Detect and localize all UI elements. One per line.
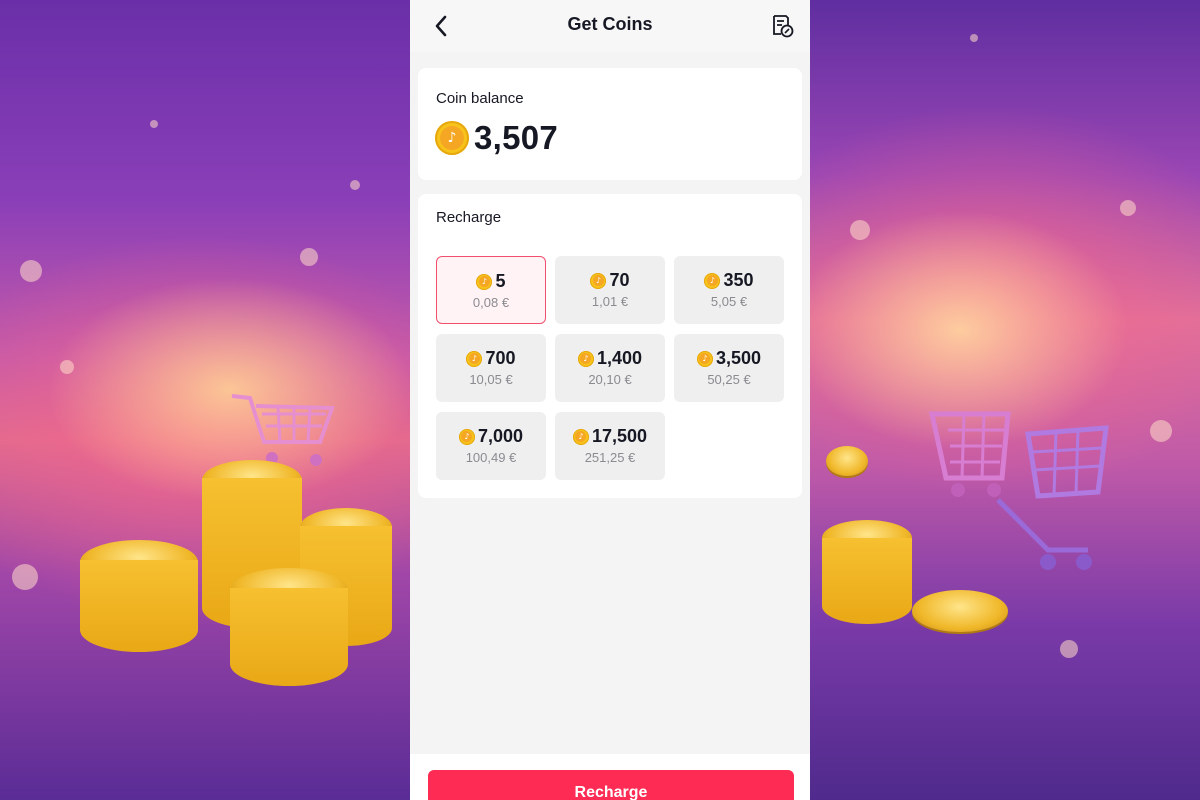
recharge-option-1400[interactable]: ♪ 1,400 20,10 € — [555, 334, 665, 402]
option-amount: 5 — [495, 271, 506, 291]
option-amount-row: ♪ 7,000 — [436, 426, 546, 447]
get-coins-screen: Get Coins Coin balance ♪ 3,507 Recharge … — [410, 0, 810, 800]
coin-icon: ♪ — [696, 350, 713, 367]
recharge-option-350[interactable]: ♪ 350 5,05 € — [674, 256, 784, 324]
option-amount: 1,400 — [596, 348, 643, 368]
recharge-section-label: Recharge — [436, 209, 502, 226]
recharge-option-5[interactable]: ♪ 5 0,08 € — [436, 256, 546, 324]
sparkle — [1060, 640, 1078, 658]
option-amount-row: ♪ 350 — [674, 270, 784, 291]
option-amount: 350 — [723, 270, 754, 290]
option-amount: 700 — [485, 348, 516, 368]
coin-balance-label: Coin balance — [436, 90, 524, 107]
coin-icon: ♪ — [577, 350, 594, 367]
sparkle — [970, 34, 978, 42]
option-price: 50,25 € — [707, 372, 751, 387]
sparkle — [150, 120, 158, 128]
option-amount-row: ♪ 3,500 — [674, 348, 784, 369]
transaction-history-icon — [773, 15, 794, 38]
recharge-option-70[interactable]: ♪ 70 1,01 € — [555, 256, 665, 324]
recharge-option-7000[interactable]: ♪ 7,000 100,49 € — [436, 412, 546, 480]
transaction-history-button[interactable] — [768, 12, 796, 40]
recharge-option-17500[interactable]: ♪ 17,500 251,25 € — [555, 412, 665, 480]
coin-icon: ♪ — [704, 272, 721, 289]
recharge-card: Recharge ♪ 5 0,08 € ♪ 70 1,01 € ♪ 350 5,… — [418, 194, 802, 498]
option-amount: 3,500 — [715, 348, 762, 368]
coin-stack-illustration — [80, 460, 410, 700]
option-price: 20,10 € — [588, 372, 632, 387]
coin-balance-card: Coin balance ♪ 3,507 — [418, 68, 802, 180]
coin-icon: ♪ — [590, 272, 607, 289]
sparkle — [20, 260, 42, 282]
coin-icon: ♪ — [476, 273, 493, 290]
sparkle — [1120, 200, 1136, 216]
option-price: 100,49 € — [465, 450, 517, 465]
option-price: 251,25 € — [584, 450, 636, 465]
option-amount: 17,500 — [591, 426, 648, 446]
option-price: 5,05 € — [710, 294, 748, 309]
top-bar: Get Coins — [410, 0, 810, 52]
recharge-options-grid: ♪ 5 0,08 € ♪ 70 1,01 € ♪ 350 5,05 € ♪ 70… — [436, 256, 786, 484]
recharge-option-700[interactable]: ♪ 700 10,05 € — [436, 334, 546, 402]
option-amount-row: ♪ 1,400 — [555, 348, 665, 369]
option-price: 0,08 € — [472, 295, 510, 310]
sparkle — [350, 180, 360, 190]
sparkle — [850, 220, 870, 240]
sparkle — [300, 248, 318, 266]
recharge-option-3500[interactable]: ♪ 3,500 50,25 € — [674, 334, 784, 402]
decorative-background-right — [810, 0, 1200, 800]
option-amount-row: ♪ 17,500 — [555, 426, 665, 447]
coin-icon: ♪ — [435, 121, 469, 155]
sparkle — [60, 360, 74, 374]
recharge-button[interactable]: Recharge — [428, 770, 794, 800]
sparkle — [1150, 420, 1172, 442]
coin-icon: ♪ — [458, 428, 475, 445]
coin-balance-row: ♪ 3,507 — [435, 119, 558, 157]
coin-balance-value: 3,507 — [474, 119, 559, 156]
option-amount-row: ♪ 700 — [436, 348, 546, 369]
coin-icon: ♪ — [572, 428, 589, 445]
option-amount: 7,000 — [477, 426, 524, 446]
sparkle — [12, 564, 38, 590]
option-amount-row: ♪ 5 — [437, 271, 545, 292]
coin-icon: ♪ — [466, 350, 483, 367]
option-amount-row: ♪ 70 — [555, 270, 665, 291]
option-amount: 70 — [609, 270, 630, 290]
coin-stack-illustration — [810, 440, 1030, 660]
page-title: Get Coins — [567, 14, 653, 34]
decorative-background-left — [0, 0, 410, 800]
option-price: 10,05 € — [469, 372, 513, 387]
option-price: 1,01 € — [591, 294, 629, 309]
